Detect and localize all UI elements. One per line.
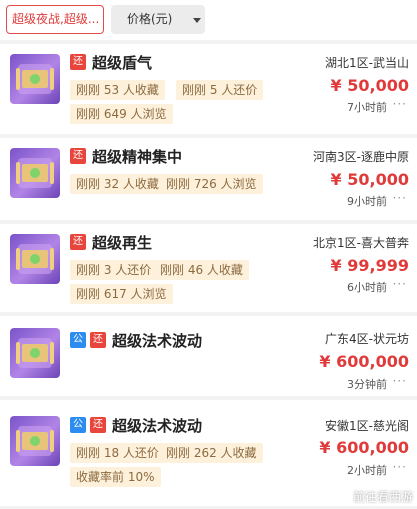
server-name: 北京1区-喜大普奔: [313, 236, 409, 250]
stat-tag: 刚刚 3 人还价: [70, 260, 158, 280]
stat-tag: 刚刚 262 人收藏: [160, 443, 263, 463]
item-thumbnail: [10, 416, 60, 466]
scroll-icon: [16, 64, 54, 94]
more-options-icon[interactable]: ···: [393, 374, 407, 388]
bargain-badge: 还: [70, 234, 86, 250]
stat-tag: 刚刚 53 人收藏: [70, 80, 165, 100]
caret-down-icon: [193, 18, 201, 23]
more-options-icon[interactable]: ···: [393, 460, 407, 474]
bargain-badge: 还: [70, 148, 86, 164]
more-options-icon[interactable]: ···: [393, 191, 407, 205]
item-thumbnail: [10, 148, 60, 198]
title-row: 还 超级再生: [70, 232, 152, 252]
item-title: 超级法术波动: [112, 416, 203, 435]
title-row: 公 还 超级法术波动: [70, 330, 202, 350]
stat-tag: 刚刚 726 人浏览: [160, 174, 263, 194]
price-sort-dropdown[interactable]: 价格(元): [111, 5, 205, 34]
item-title: 超级法术波动: [112, 331, 203, 350]
item-thumbnail: [10, 54, 60, 104]
filter-bar: 超级夜战,超级... 价格(元): [0, 0, 417, 40]
stat-tag: 刚刚 649 人浏览: [70, 104, 173, 124]
item-title: 超级盾气: [92, 53, 153, 72]
title-row: 还 超级盾气: [70, 52, 152, 72]
server-name: 河南3区-逐鹿中原: [313, 150, 409, 164]
more-options-icon[interactable]: ···: [393, 97, 407, 111]
stat-tag: 刚刚 46 人收藏: [154, 260, 249, 280]
stat-tag: 刚刚 18 人还价: [70, 443, 165, 463]
scroll-icon: [16, 158, 54, 188]
stat-tag: 收藏率前 10%: [70, 467, 161, 487]
stat-tag: 刚刚 32 人收藏: [70, 174, 165, 194]
scroll-icon: [16, 244, 54, 274]
item-price: ¥ 600,000: [319, 438, 409, 457]
bargain-badge: 还: [90, 332, 106, 348]
listed-time: 3分钟前: [347, 378, 387, 391]
bargain-badge: 还: [90, 417, 106, 433]
listing-card[interactable]: 还 超级精神集中 刚刚 32 人收藏 刚刚 726 人浏览 河南3区-逐鹿中原 …: [0, 138, 417, 220]
title-row: 还 超级精神集中: [70, 146, 182, 166]
listed-time: 2小时前: [347, 464, 387, 477]
scroll-icon: [16, 426, 54, 456]
scroll-icon: [16, 338, 54, 368]
stat-tag: 刚刚 617 人浏览: [70, 284, 173, 304]
listing-card[interactable]: 还 超级再生 刚刚 3 人还价 刚刚 46 人收藏 刚刚 617 人浏览 北京1…: [0, 224, 417, 312]
listed-time: 9小时前: [347, 195, 387, 208]
item-title: 超级再生: [92, 233, 153, 252]
server-name: 安徽1区-慈光阁: [325, 419, 409, 433]
title-row: 公 还 超级法术波动: [70, 415, 202, 435]
listed-time: 7小时前: [347, 101, 387, 114]
bargain-badge: 还: [70, 54, 86, 70]
stat-tag: 刚刚 5 人还价: [176, 80, 264, 100]
listed-time: 6小时前: [347, 281, 387, 294]
item-thumbnail: [10, 234, 60, 284]
server-name: 广东4区-状元坊: [325, 332, 409, 346]
item-price: ¥ 50,000: [330, 76, 409, 95]
item-price: ¥ 50,000: [330, 170, 409, 189]
more-options-icon[interactable]: ···: [393, 277, 407, 291]
item-thumbnail: [10, 328, 60, 378]
public-badge: 公: [70, 417, 86, 433]
public-badge: 公: [70, 332, 86, 348]
item-price: ¥ 99,999: [330, 256, 409, 275]
watermark-text: 前往看西游: [352, 490, 413, 504]
server-name: 湖北1区-武当山: [325, 56, 409, 70]
price-sort-label: 价格(元): [127, 12, 173, 26]
search-filter-chip[interactable]: 超级夜战,超级...: [6, 5, 104, 34]
listing-card[interactable]: 公 还 超级法术波动 广东4区-状元坊 ¥ 600,000 3分钟前 ···: [0, 316, 417, 396]
item-title: 超级精神集中: [92, 147, 183, 166]
listing-card[interactable]: 还 超级盾气 刚刚 53 人收藏 刚刚 5 人还价 刚刚 649 人浏览 湖北1…: [0, 44, 417, 134]
item-price: ¥ 600,000: [319, 352, 409, 371]
